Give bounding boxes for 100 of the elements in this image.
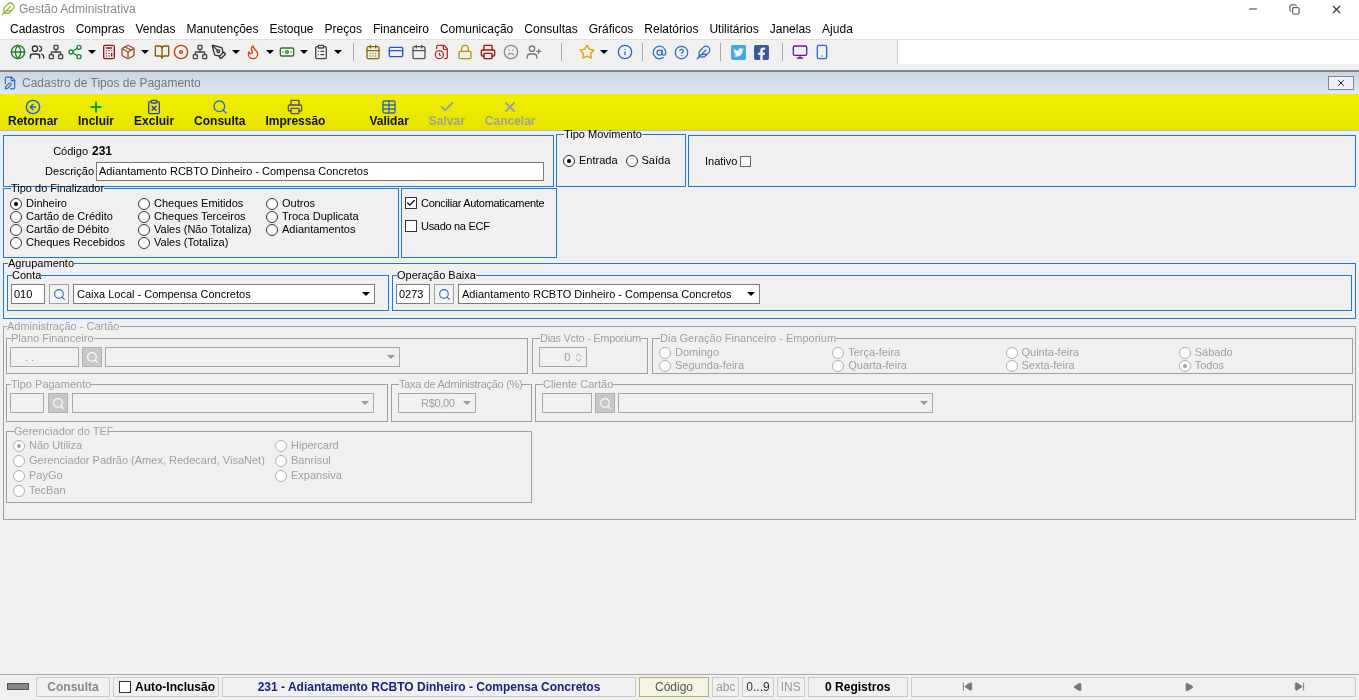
checkbox[interactable]	[740, 155, 752, 167]
radio-option[interactable]: Cheques Emitidos	[138, 197, 266, 210]
toolbar-button[interactable]: Validar	[369, 99, 409, 128]
phone-icon[interactable]	[814, 44, 830, 60]
flame-icon[interactable]	[245, 44, 261, 60]
caret-icon[interactable]	[88, 50, 96, 54]
radio-option[interactable]: Cheques Terceiros	[138, 210, 266, 223]
checkbox[interactable]	[405, 219, 417, 232]
radio-button[interactable]	[138, 197, 150, 210]
checkbox-option[interactable]: Inativo	[705, 152, 752, 170]
globe-icon[interactable]	[10, 44, 26, 60]
at-sign-icon[interactable]	[652, 44, 667, 60]
radio-option[interactable]: Cartão de Débito	[10, 223, 138, 236]
radio-button[interactable]	[266, 223, 278, 236]
radio-button[interactable]	[625, 154, 638, 167]
menu-item[interactable]: Estoque	[269, 19, 314, 38]
feather-icon[interactable]	[696, 44, 711, 60]
toolbar-button[interactable]: Incluir	[78, 99, 115, 128]
disc-icon[interactable]	[173, 44, 189, 60]
network-icon[interactable]	[48, 44, 64, 60]
radio-option[interactable]: Dinheiro	[10, 197, 138, 210]
card-icon[interactable]	[388, 44, 404, 60]
radio-option[interactable]: Troca Duplicata	[266, 210, 392, 223]
add-user-icon[interactable]	[526, 44, 542, 60]
radio-button[interactable]	[10, 210, 22, 223]
menu-item[interactable]: Financeiro	[372, 19, 429, 38]
radio-option[interactable]: Cartão de Crédito	[10, 210, 138, 223]
pen-icon[interactable]	[211, 44, 227, 60]
clipboard-icon[interactable]	[313, 44, 329, 60]
star-icon[interactable]	[579, 44, 595, 60]
package-icon[interactable]	[120, 44, 136, 60]
checkbox[interactable]	[405, 197, 417, 210]
menu-item[interactable]: Compras	[75, 19, 125, 38]
radio-button[interactable]	[138, 223, 150, 236]
lookup-button[interactable]	[434, 284, 454, 304]
menu-item[interactable]: Ajuda	[822, 19, 853, 38]
checkbox-option[interactable]: Usado na ECF	[405, 217, 553, 234]
dropdown[interactable]: Adiantamento RCBTO Dinheiro - Compensa Concretos	[458, 284, 760, 304]
calculator-icon[interactable]	[101, 44, 117, 60]
radio-option[interactable]: Cheques Recebidos	[10, 236, 138, 249]
first-record-icon[interactable]	[961, 681, 973, 692]
toolbar-button[interactable]: Retornar	[8, 99, 58, 128]
book-icon[interactable]	[154, 44, 170, 60]
printer-icon[interactable]	[480, 44, 496, 60]
radio-button[interactable]	[266, 197, 278, 210]
radio-option[interactable]: Adiantamentos	[266, 223, 392, 236]
info-icon[interactable]	[617, 44, 633, 60]
radio-button[interactable]	[138, 210, 150, 223]
menu-item[interactable]: Relatórios	[644, 19, 699, 38]
letter-f-icon[interactable]	[753, 43, 770, 61]
caret-icon[interactable]	[266, 50, 274, 54]
menu-item[interactable]: Preços	[324, 19, 362, 38]
menu-item[interactable]: Manutenções	[186, 19, 259, 38]
monitor-icon[interactable]	[792, 44, 808, 60]
toolbar-button[interactable]: Impressão	[265, 99, 326, 128]
menu-item[interactable]: Vendas	[135, 19, 176, 38]
lookup-button[interactable]	[49, 284, 69, 304]
menu-item[interactable]: Gráficos	[588, 19, 634, 38]
dropdown[interactable]: Caixa Local - Compensa Concretos	[73, 284, 375, 304]
code-field[interactable]: 010	[11, 284, 45, 304]
menu-item[interactable]: Comunicação	[439, 19, 514, 38]
calendar-icon[interactable]	[365, 44, 381, 60]
radio-option[interactable]: Outros	[266, 197, 392, 210]
menu-item[interactable]: Cadastros	[10, 19, 65, 38]
nodes-icon[interactable]	[67, 44, 83, 60]
menu-item[interactable]: Utilitários	[709, 19, 759, 38]
caret-icon[interactable]	[300, 50, 308, 54]
caret-icon[interactable]	[600, 50, 608, 54]
radio-button[interactable]	[563, 154, 575, 167]
menu-item[interactable]: Janelas	[769, 19, 812, 38]
menu-item[interactable]: Consultas	[524, 19, 578, 38]
radio-button[interactable]	[10, 223, 22, 236]
radio-option[interactable]: Vales (Totaliza)	[138, 236, 266, 249]
help-icon[interactable]	[674, 44, 689, 60]
lock-icon[interactable]	[457, 44, 473, 60]
radio-button[interactable]	[10, 236, 22, 249]
radio-button[interactable]	[266, 210, 278, 223]
close-button[interactable]	[1328, 76, 1354, 90]
key-field-button[interactable]: Código	[639, 676, 709, 697]
description-field[interactable]: Adiantamento RCBTO Dinheiro - Compensa Concretos	[96, 161, 544, 181]
sad-face-icon[interactable]	[503, 44, 519, 60]
caret-icon[interactable]	[141, 50, 149, 54]
money-icon[interactable]	[279, 44, 295, 60]
calendar-icon[interactable]	[411, 44, 427, 60]
next-record-icon[interactable]	[1183, 681, 1194, 692]
restore-icon[interactable]	[1289, 3, 1300, 15]
network-icon[interactable]	[192, 44, 208, 60]
caret-icon[interactable]	[232, 50, 240, 54]
toolbar-button[interactable]: Consulta	[194, 99, 246, 128]
radio-option[interactable]: Entrada	[563, 154, 618, 167]
checkbox[interactable]	[119, 680, 131, 693]
previous-record-icon[interactable]	[1073, 681, 1084, 692]
last-record-icon[interactable]	[1293, 681, 1305, 692]
caret-icon[interactable]	[334, 50, 342, 54]
radio-button[interactable]	[10, 197, 22, 210]
code-field[interactable]: 0273	[396, 284, 430, 304]
radio-button[interactable]	[138, 236, 150, 249]
radio-option[interactable]: Saída	[625, 154, 671, 167]
people-icon[interactable]	[29, 44, 45, 60]
toolbar-button[interactable]: Excluir	[134, 99, 175, 128]
